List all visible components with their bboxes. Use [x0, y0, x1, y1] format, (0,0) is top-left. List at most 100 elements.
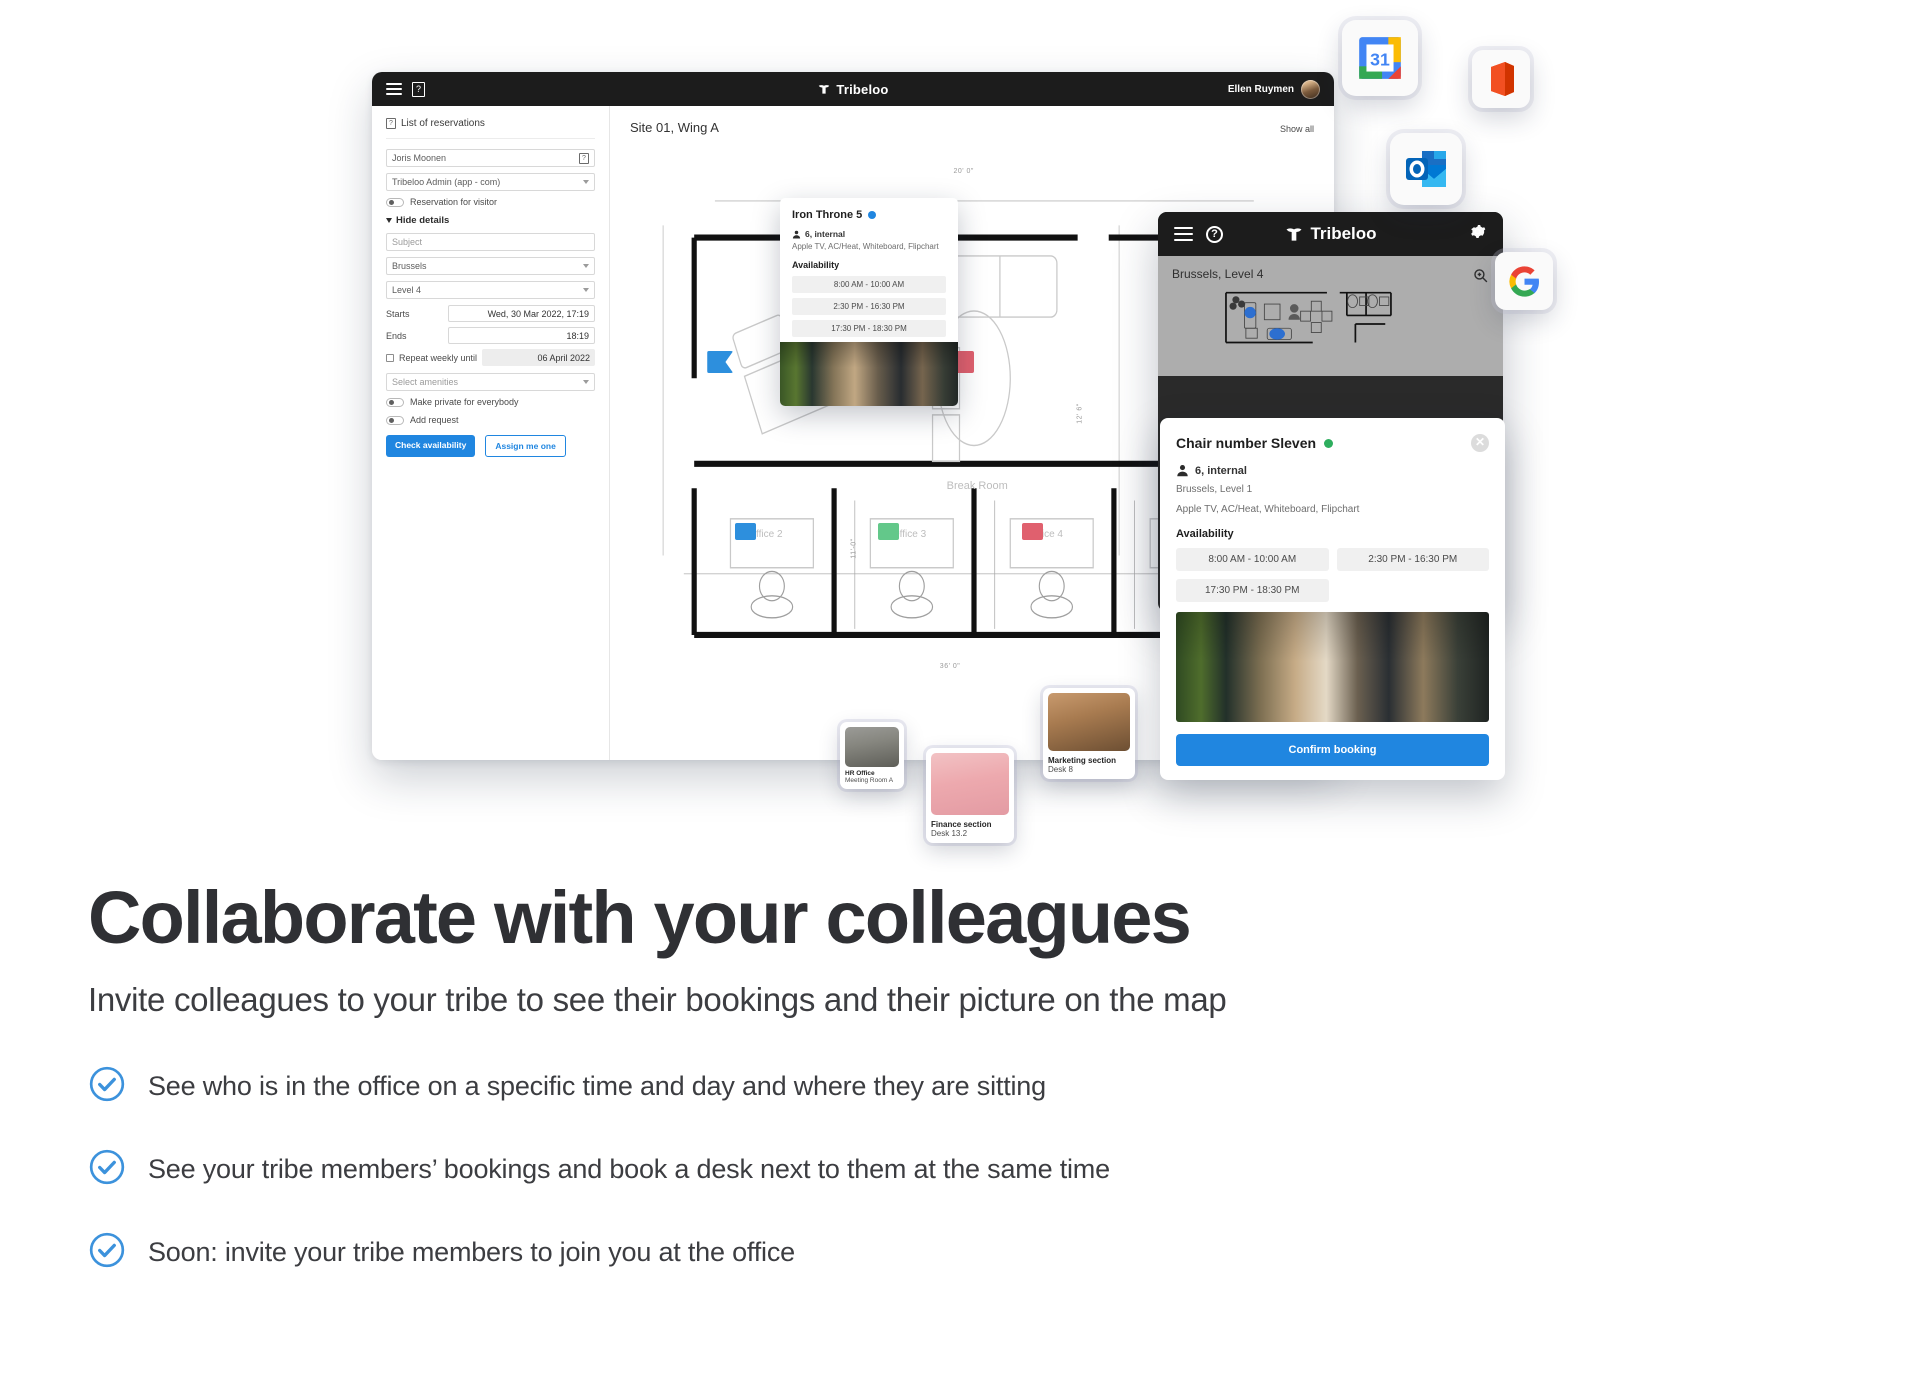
people-pin-card[interactable]: Finance section Desk 13.2 [926, 748, 1014, 843]
hamburger-icon[interactable] [386, 80, 402, 98]
google-calendar-glyph: 31 [1359, 37, 1401, 79]
ends-row: Ends 18:19 [386, 327, 595, 344]
starts-row: Starts Wed, 30 Mar 2022, 17:19 [386, 305, 595, 322]
chair-amenities: Apple TV, AC/Heat, Whiteboard, Flipchart [1176, 503, 1360, 515]
availability-slot[interactable]: 17:30 PM - 18:30 PM [1176, 579, 1329, 602]
private-toggle-row[interactable]: Make private for everybody [386, 397, 595, 407]
ends-input[interactable]: 18:19 [448, 327, 595, 344]
iron-throne-amenities: Apple TV, AC/Heat, Whiteboard, Flipchart [792, 242, 939, 251]
chevron-down-icon [583, 288, 589, 292]
user-menu[interactable]: Ellen Ruymen [1227, 79, 1320, 99]
iron-throne-capacity-row: 6, internal [792, 229, 946, 239]
subject-input[interactable]: Subject [386, 233, 595, 251]
repeat-row: Repeat weekly until 06 April 2022 [386, 349, 595, 366]
check-availability-button[interactable]: Check availability [386, 435, 476, 457]
people-pin-card[interactable]: Marketing section Desk 8 [1043, 688, 1135, 779]
assign-me-one-button[interactable]: Assign me one [485, 435, 566, 457]
list-item: Soon: invite your tribe members to join … [88, 1231, 1848, 1274]
brand-logo: Tribeloo [372, 82, 1334, 97]
page-subtitle: Invite colleagues to your tribe to see t… [88, 980, 1227, 1018]
pin-desk: Desk 8 [1048, 765, 1073, 774]
visitor-toggle-row[interactable]: Reservation for visitor [386, 197, 595, 207]
visitor-toggle[interactable] [386, 197, 404, 207]
chevron-down-icon [583, 264, 589, 268]
private-toggle-label: Make private for everybody [410, 397, 519, 407]
repeat-until-input[interactable]: 06 April 2022 [482, 349, 595, 366]
tribeloo-logo-icon [1286, 228, 1302, 241]
user-name: Ellen Ruymen [1227, 83, 1294, 95]
check-circle-icon [88, 1065, 126, 1108]
brand-name: Tribeloo [1310, 224, 1377, 243]
page-title: Collaborate with your colleagues [88, 876, 1192, 959]
avatar [1048, 693, 1130, 751]
avatar [845, 727, 899, 767]
google-icon[interactable] [1495, 252, 1553, 310]
feature-list: See who is in the office on a specific t… [88, 1065, 1848, 1274]
iron-throne-capacity: 6, internal [805, 229, 846, 239]
chevron-down-icon [386, 218, 392, 223]
list-item-label: See who is in the office on a specific t… [148, 1070, 1046, 1101]
reservations-header[interactable]: ? List of reservations [386, 118, 595, 139]
dimension-label-office: 11'-0" [850, 538, 858, 559]
availability-slot[interactable]: 8:00 AM - 10:00 AM [792, 276, 946, 293]
office-glyph [1491, 62, 1514, 96]
desk-marker-office-2[interactable] [734, 523, 756, 541]
person-icon [792, 230, 801, 238]
site-value: Brussels [392, 261, 427, 271]
tablet-topbar: ? Tribeloo [1158, 212, 1503, 256]
avatar[interactable] [1301, 79, 1320, 99]
desk-marker-office-4[interactable] [1021, 523, 1043, 541]
gear-icon[interactable] [1468, 222, 1487, 246]
repeat-weekly-checkbox[interactable] [386, 353, 394, 362]
person-help-icon[interactable]: ? [579, 152, 589, 164]
availability-slot[interactable]: 8:00 AM - 10:00 AM [1176, 548, 1329, 571]
check-circle-icon [88, 1148, 126, 1191]
dimension-label-right: 12' 6" [1076, 403, 1084, 424]
confirm-booking-button[interactable]: Confirm booking [1176, 734, 1489, 766]
iron-throne-popup: Iron Throne 5 6, internal Apple TV, AC/H… [780, 198, 958, 406]
people-pin-card[interactable]: HR Office Meeting Room A [840, 722, 904, 789]
account-select[interactable]: Tribeloo Admin (app - com) [386, 173, 595, 191]
private-toggle[interactable] [386, 397, 404, 407]
request-toggle-row[interactable]: Add request [386, 415, 595, 425]
pin-name: Finance section [931, 820, 992, 829]
chair-popup-title-row: Chair number Sleven [1176, 435, 1334, 451]
availability-slot[interactable]: 2:30 PM - 16:30 PM [1336, 548, 1489, 571]
hide-details-toggle[interactable]: Hide details [386, 215, 595, 226]
list-item-label: See your tribe members’ bookings and boo… [148, 1153, 1110, 1184]
room-label-break-room: Break Room [946, 480, 1008, 493]
hero-collage: ? Tribeloo Ellen Ruymen ? List of reserv… [0, 0, 1920, 860]
desk-marker-office-3[interactable] [878, 523, 900, 541]
avatar [931, 753, 1009, 815]
list-item-label: Soon: invite your tribe members to join … [148, 1236, 795, 1267]
microsoft-office-icon[interactable] [1472, 50, 1530, 108]
microsoft-outlook-icon[interactable] [1390, 133, 1462, 205]
chair-capacity-row: 6, internal [1176, 464, 1489, 477]
tablet-floorplan[interactable]: Brussels, Level 4 [1158, 256, 1503, 376]
close-icon[interactable]: ✕ [1471, 434, 1489, 452]
chair-availability-slots: 8:00 AM - 10:00 AM 2:30 PM - 16:30 PM 17… [1176, 548, 1489, 602]
level-select[interactable]: Level 4 [386, 281, 595, 299]
chair-location: Brussels, Level 1 [1176, 484, 1253, 495]
zoom-in-icon[interactable] [1472, 267, 1489, 289]
site-select[interactable]: Brussels [386, 257, 595, 275]
repeat-weekly-label: Repeat weekly until [399, 352, 478, 363]
starts-input[interactable]: Wed, 30 Mar 2022, 17:19 [448, 305, 595, 322]
show-all-link[interactable]: Show all [1280, 124, 1314, 134]
help-box-icon[interactable]: ? [412, 81, 425, 97]
amenities-placeholder: Select amenities [392, 377, 459, 387]
subject-placeholder: Subject [392, 237, 423, 247]
list-item: See your tribe members’ bookings and boo… [88, 1148, 1848, 1191]
desktop-topbar: ? Tribeloo Ellen Ruymen [372, 72, 1334, 106]
person-input[interactable]: Joris Moonen ? [386, 149, 595, 167]
chevron-down-icon [583, 380, 589, 384]
availability-slot[interactable]: 17:30 PM - 18:30 PM [792, 320, 946, 337]
tribeloo-logo-icon [819, 85, 830, 94]
google-calendar-icon[interactable]: 31 [1342, 20, 1418, 96]
availability-slot[interactable]: 2:30 PM - 16:30 PM [792, 298, 946, 315]
google-g-glyph [1508, 265, 1539, 297]
request-toggle[interactable] [386, 415, 404, 425]
account-value: Tribeloo Admin (app - com) [392, 177, 501, 187]
amenities-select[interactable]: Select amenities [386, 373, 595, 391]
content-block: Collaborate with your colleagues Invite … [88, 876, 1848, 1314]
